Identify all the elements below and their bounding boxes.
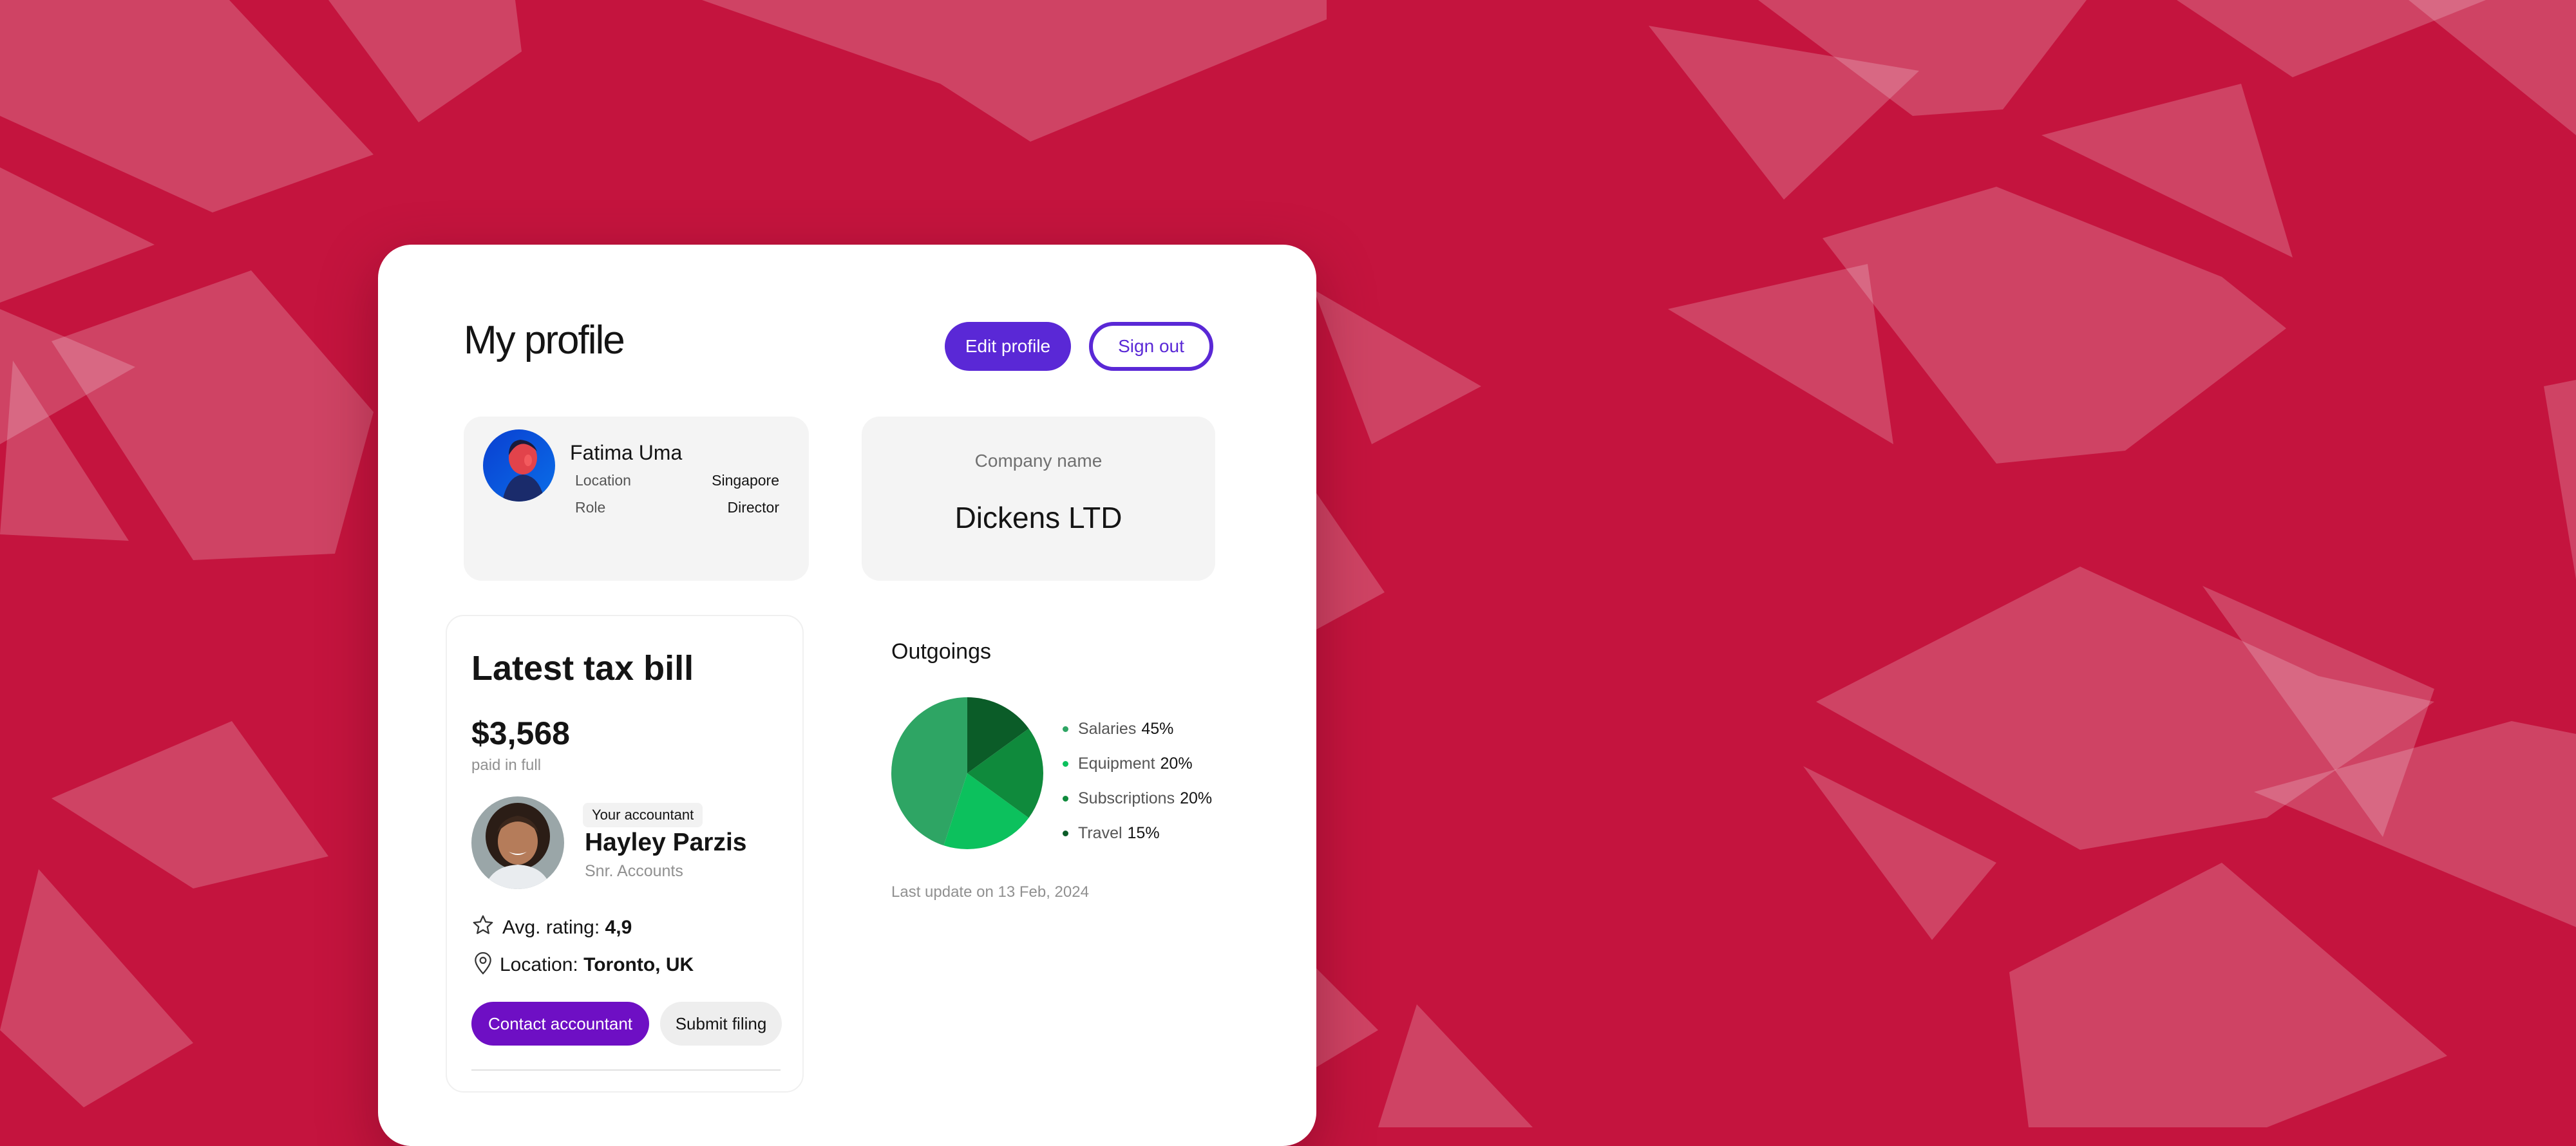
accountant-role: Snr. Accounts (585, 862, 683, 880)
legend-label: Salaries (1078, 719, 1137, 738)
company-label: Company name (974, 451, 1103, 471)
sign-out-button[interactable]: Sign out (1089, 322, 1213, 371)
page-title: My profile (464, 318, 625, 362)
legend-item-equipment: Equipment 20% (1063, 746, 1212, 781)
submit-filing-button[interactable]: Submit filing (660, 1002, 782, 1046)
rating-value: 4,9 (605, 917, 632, 938)
profile-card: My profile Edit profile Sign out Fatima … (378, 245, 1316, 1146)
legend-value: 20% (1180, 789, 1213, 807)
legend-item-travel: Travel 15% (1063, 816, 1212, 850)
avatar (483, 429, 555, 502)
edit-profile-button[interactable]: Edit profile (945, 322, 1071, 371)
user-name: Fatima Uma (570, 441, 683, 464)
legend-dot (1063, 726, 1068, 732)
company-name: Dickens LTD (954, 501, 1122, 534)
legend-item-salaries: Salaries 45% (1063, 711, 1212, 746)
avatar-image (483, 429, 555, 502)
legend-dot (1063, 830, 1068, 836)
user-info-panel: Fatima Uma Location Singapore Role Direc… (464, 417, 809, 581)
legend-label: Subscriptions (1078, 789, 1175, 807)
location-value: Singapore (712, 472, 779, 489)
outgoings-pie-chart (891, 697, 1043, 849)
last-update: Last update on 13 Feb, 2024 (891, 883, 1089, 901)
legend-dot (1063, 795, 1068, 802)
legend-value: 20% (1160, 754, 1193, 773)
legend-value: 15% (1127, 823, 1160, 842)
legend-label: Equipment (1078, 754, 1155, 773)
legend-label: Travel (1078, 823, 1122, 842)
tax-bill-title: Latest tax bill (471, 649, 694, 688)
contact-accountant-button[interactable]: Contact accountant (471, 1002, 649, 1046)
accountant-avatar-image (471, 796, 564, 889)
average-rating: Avg. rating: 4,9 (502, 917, 632, 939)
outgoings-title: Outgoings (891, 639, 991, 664)
location-label: Location (575, 472, 631, 489)
accountant-location: Location: Toronto, UK (500, 954, 694, 976)
location-pin-icon (475, 952, 491, 975)
legend-item-subscriptions: Subscriptions 20% (1063, 781, 1212, 816)
star-icon (473, 915, 493, 934)
divider (471, 1069, 781, 1071)
accountant-name: Hayley Parzis (585, 829, 747, 856)
tax-status: paid in full (471, 756, 542, 774)
location-prefix: Location: (500, 954, 584, 975)
accountant-badge: Your accountant (583, 803, 703, 827)
tax-amount: $3,568 (471, 715, 570, 751)
role-value: Director (727, 499, 779, 516)
rating-label: Avg. rating: (502, 917, 605, 938)
accountant-location-value: Toronto, UK (583, 954, 694, 975)
legend-value: 45% (1141, 719, 1174, 738)
tax-bill-card: Latest tax bill $3,568 paid in full Your… (446, 615, 804, 1093)
outgoings-legend: Salaries 45% Equipment 20% Subscriptions 20% T… (1063, 711, 1212, 850)
company-panel: Company name Dickens LTD (862, 417, 1215, 581)
legend-dot (1063, 760, 1068, 767)
role-label: Role (575, 499, 606, 516)
accountant-avatar (471, 796, 564, 889)
